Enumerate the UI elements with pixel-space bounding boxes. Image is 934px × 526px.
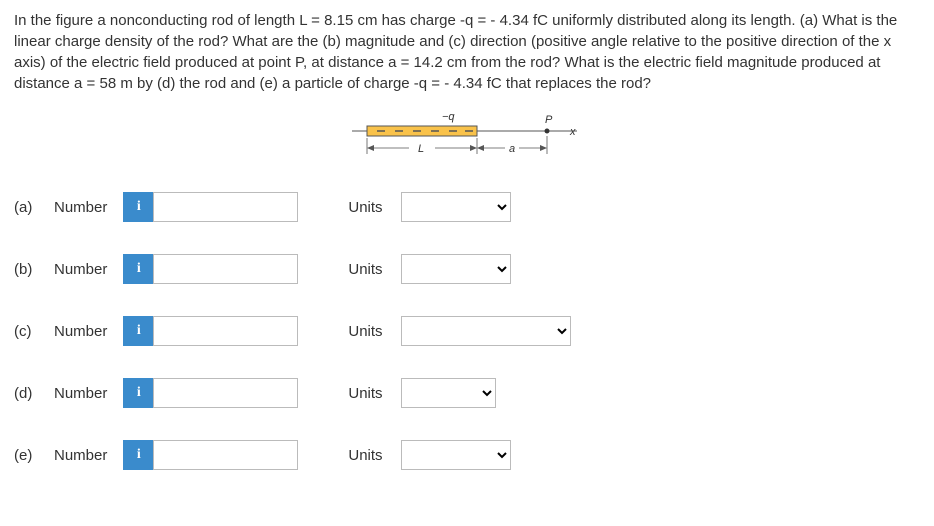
info-icon[interactable]: i	[123, 440, 153, 470]
part-label-d: (d)	[14, 385, 44, 402]
units-select-e[interactable]	[401, 440, 511, 470]
question-text: In the figure a nonconducting rod of len…	[14, 10, 920, 94]
number-label: Number	[54, 323, 107, 340]
answer-row-c: (c) Number i Units	[14, 316, 920, 346]
info-icon[interactable]: i	[123, 316, 153, 346]
input-group-a: i	[123, 192, 298, 222]
info-icon[interactable]: i	[123, 254, 153, 284]
number-label: Number	[54, 261, 107, 278]
answer-row-e: (e) Number i Units	[14, 440, 920, 470]
part-label-b: (b)	[14, 261, 44, 278]
units-label: Units	[348, 199, 382, 216]
part-label-c: (c)	[14, 323, 44, 340]
answer-row-d: (d) Number i Units	[14, 378, 920, 408]
number-input-d[interactable]	[153, 378, 298, 408]
svg-text:−q: −q	[442, 111, 455, 123]
number-input-a[interactable]	[153, 192, 298, 222]
diagram-container: P x −q L a	[14, 108, 920, 162]
part-label-e: (e)	[14, 447, 44, 464]
answers-section: (a) Number i Units (b) Number i Units (c…	[14, 192, 920, 470]
answer-row-a: (a) Number i Units	[14, 192, 920, 222]
units-label: Units	[348, 323, 382, 340]
number-input-b[interactable]	[153, 254, 298, 284]
info-icon[interactable]: i	[123, 192, 153, 222]
part-label-a: (a)	[14, 199, 44, 216]
number-label: Number	[54, 385, 107, 402]
units-label: Units	[348, 447, 382, 464]
units-select-d[interactable]	[401, 378, 496, 408]
units-label: Units	[348, 385, 382, 402]
units-select-c[interactable]	[401, 316, 571, 346]
svg-text:x: x	[569, 126, 576, 138]
rod-diagram: P x −q L a	[347, 108, 587, 162]
info-icon[interactable]: i	[123, 378, 153, 408]
units-select-b[interactable]	[401, 254, 511, 284]
input-group-e: i	[123, 440, 298, 470]
input-group-b: i	[123, 254, 298, 284]
input-group-c: i	[123, 316, 298, 346]
svg-text:P: P	[545, 114, 553, 126]
answer-row-b: (b) Number i Units	[14, 254, 920, 284]
svg-text:a: a	[509, 143, 515, 155]
number-input-c[interactable]	[153, 316, 298, 346]
units-label: Units	[348, 261, 382, 278]
number-label: Number	[54, 447, 107, 464]
units-select-a[interactable]	[401, 192, 511, 222]
number-label: Number	[54, 199, 107, 216]
number-input-e[interactable]	[153, 440, 298, 470]
input-group-d: i	[123, 378, 298, 408]
svg-text:L: L	[418, 143, 424, 155]
